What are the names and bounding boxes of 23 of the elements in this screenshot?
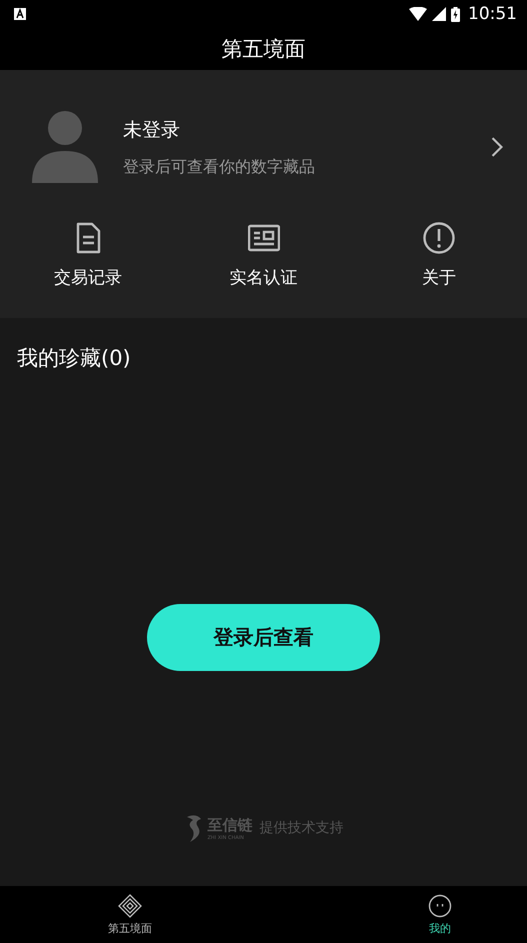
login-status: 未登录 (123, 118, 181, 142)
diamond-icon (118, 894, 142, 918)
battery-icon (451, 6, 460, 22)
notification-icon (14, 8, 26, 20)
login-hint: 登录后可查看你的数字藏品 (123, 156, 316, 178)
shortcut-label[interactable]: 交易记录 (54, 266, 122, 289)
collection-heading: 我的珍藏(0) (17, 345, 131, 372)
nav-tab[interactable]: 第五境面 (108, 886, 152, 943)
status-time: 10:51 (468, 4, 517, 24)
login-button[interactable]: 登录后查看 (147, 604, 380, 671)
face-icon (428, 894, 452, 918)
nav-tab[interactable]: 我的 (428, 886, 452, 943)
avatar-icon (32, 111, 98, 183)
page-title: 第五境面 (222, 36, 306, 63)
wifi-icon (409, 7, 427, 21)
support-text: 提供技术支持 (260, 819, 344, 837)
chevron-right-icon[interactable] (491, 137, 503, 157)
alert-icon[interactable] (423, 222, 456, 254)
shortcut-label[interactable]: 实名认证 (230, 266, 298, 289)
signal-icon (432, 7, 446, 21)
id-card-icon[interactable] (248, 222, 280, 254)
brand-name: 至信链 (208, 816, 252, 834)
shortcut-label[interactable]: 关于 (422, 266, 456, 289)
